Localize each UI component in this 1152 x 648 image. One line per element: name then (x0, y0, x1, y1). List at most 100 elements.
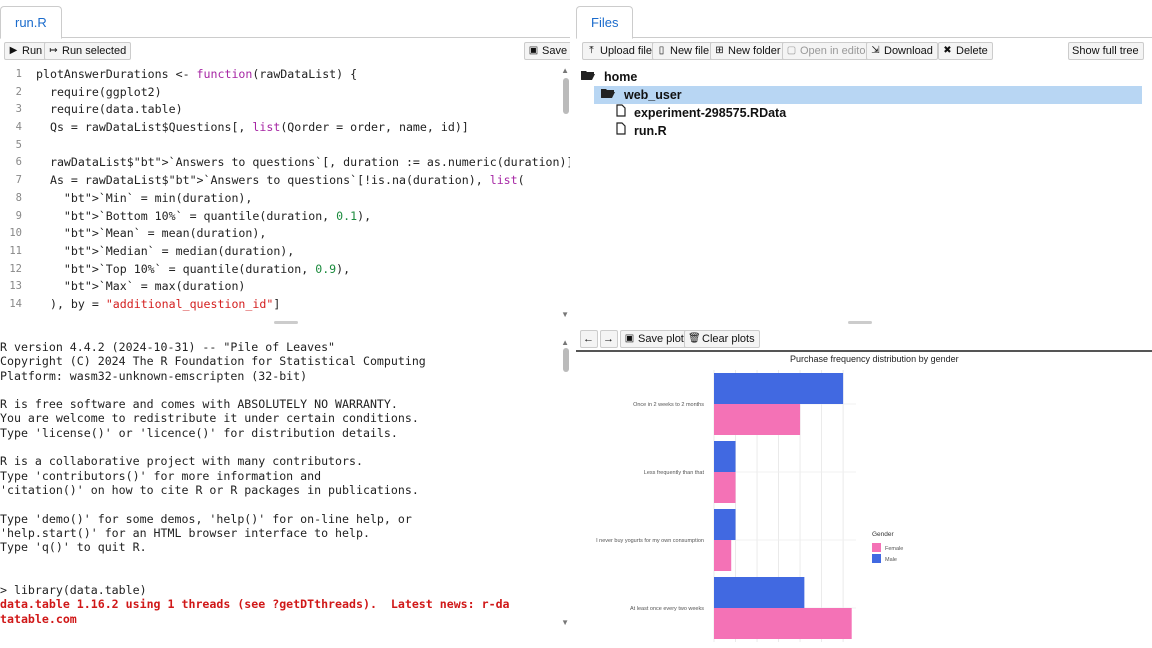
code-line[interactable]: 14 ), by = "additional_question_id"] (0, 296, 560, 314)
tab-files[interactable]: Files (576, 6, 634, 39)
run-label: Run (22, 45, 43, 57)
code-text: "bt">`Top 10%` = quantile(duration, 0.9)… (63, 261, 351, 276)
new-file-label: New file (670, 45, 710, 57)
clear-plots-button[interactable]: 🗑 Clear plots (684, 330, 760, 348)
plot-chart: Purchase frequency distribution by gende… (596, 354, 959, 642)
code-line[interactable]: 10 "bt">`Mean` = mean(duration), (0, 225, 560, 243)
tree-item-home[interactable]: home (580, 68, 637, 86)
clear-plots-label: Clear plots (702, 333, 755, 345)
open-in-editor-button[interactable]: ▢ Open in editor (782, 42, 875, 60)
line-number: 10 (9, 227, 22, 240)
console-output[interactable]: R version 4.4.2 (2024-10-31) -- "Pile of… (0, 340, 560, 626)
line-number: 9 (15, 209, 22, 222)
legend-swatch-female (872, 543, 881, 552)
editor-scrollbar[interactable] (563, 78, 569, 114)
tree-item-run-r-file[interactable]: run.R (616, 122, 667, 140)
file-icon (616, 122, 626, 140)
tree-item-web-user[interactable]: web_user (594, 86, 1142, 104)
tree-label-rdata: experiment-298575.RData (634, 106, 787, 120)
editor-splitter-handle[interactable] (274, 321, 298, 324)
code-line[interactable]: 11 "bt">`Median` = median(duration), (0, 243, 560, 261)
tree-item-rdata-file[interactable]: experiment-298575.RData (616, 104, 786, 122)
editor-pane: run.R ▶ Run ↦ Run selected ▣ Save 1 plotA… (0, 0, 570, 322)
upload-label: Upload file (600, 45, 652, 57)
line-number: 6 (15, 156, 22, 169)
code-line[interactable]: 1 plotAnswerDurations <- function(rawData… (0, 66, 560, 84)
bar-female (714, 472, 736, 503)
console-line: Type 'contributors()' for more informati… (0, 468, 322, 483)
bar-female (714, 404, 801, 435)
save-icon: ▣ (624, 333, 635, 344)
new-folder-button[interactable]: ⊞ New folder (710, 42, 786, 60)
code-line[interactable]: 3 require(data.table) (0, 101, 560, 119)
save-label: Save (542, 45, 568, 57)
code-line[interactable]: 4 Qs = rawDataList$Questions[, list(Qord… (0, 119, 560, 137)
code-text: ), by = "additional_question_id"] (36, 296, 281, 311)
files-tabbar: Files (576, 0, 1152, 39)
show-tree-label: Show full tree (1072, 45, 1139, 57)
show-full-tree-button[interactable]: Show full tree (1068, 42, 1144, 60)
console-line: Type 'demo()' for some demos, 'help()' f… (0, 511, 412, 526)
code-text: plotAnswerDurations <- function(rawDataL… (36, 67, 358, 81)
legend-label-male: Male (885, 557, 897, 563)
upload-file-button[interactable]: ⤒ Upload file (582, 42, 657, 60)
download-label: Download (884, 45, 933, 57)
code-text: As = rawDataList$"bt">`Answers to questi… (36, 173, 525, 188)
console-pane[interactable]: R version 4.4.2 (2024-10-31) -- "Pile of… (0, 326, 570, 648)
editor-tabbar: run.R (0, 0, 570, 39)
console-line: > library(data.table) (0, 583, 147, 598)
folder-open-icon (600, 86, 616, 104)
code-line[interactable]: 8 "bt">`Min` = min(duration), (0, 190, 560, 208)
console-error-line: data.table 1.16.2 using 1 threads (see ?… (0, 597, 510, 612)
tab-run-r[interactable]: run.R (0, 6, 62, 39)
files-splitter-handle[interactable] (848, 321, 872, 324)
console-scroll-down-arrow[interactable]: ▼ (561, 618, 569, 627)
tree-label-run-r: run.R (634, 124, 667, 138)
run-selected-button[interactable]: ↦ Run selected (44, 42, 132, 60)
scroll-up-arrow[interactable]: ▲ (561, 66, 569, 75)
new-file-button[interactable]: ▯ New file (652, 42, 715, 60)
code-text: "bt">`Median` = median(duration), (63, 243, 295, 258)
plots-toolbar: ← → ▣ Save plot 🗑 Clear plots (576, 326, 1152, 352)
delete-button[interactable]: ✖ Delete (938, 42, 993, 60)
code-line[interactable]: 9 "bt">`Bottom 10%` = quantile(duration,… (0, 208, 560, 226)
save-icon: ▣ (528, 45, 539, 56)
console-scroll-up-arrow[interactable]: ▲ (561, 338, 569, 347)
run-button[interactable]: ▶ Run (4, 42, 48, 60)
line-number: 2 (15, 85, 22, 98)
line-number: 4 (15, 121, 22, 134)
console-line: Copyright (C) 2024 The R Foundation for … (0, 354, 426, 369)
line-number: 12 (9, 262, 22, 275)
line-number: 11 (9, 244, 22, 257)
code-editor[interactable]: 1 plotAnswerDurations <- function(rawData… (0, 66, 570, 320)
plots-pane: ← → ▣ Save plot 🗑 Clear plots Purchase f… (576, 326, 1152, 648)
folder-open-icon (580, 68, 596, 86)
plot-forward-button[interactable]: → (600, 330, 618, 348)
code-line[interactable]: 12 "bt">`Top 10%` = quantile(duration, 0… (0, 261, 560, 279)
code-line[interactable]: 2 require(ggplot2) (0, 84, 560, 102)
save-button[interactable]: ▣ Save (524, 42, 570, 60)
console-line: 'citation()' on how to cite R or R packa… (0, 482, 419, 497)
legend-label-female: Female (885, 546, 903, 552)
console-line: Platform: wasm32-unknown-emscripten (32-… (0, 368, 308, 383)
plot-back-button[interactable]: ← (580, 330, 598, 348)
line-number: 8 (15, 191, 22, 204)
save-plot-button[interactable]: ▣ Save plot (620, 330, 689, 348)
arrow-right-icon: → (603, 333, 614, 345)
code-line[interactable]: 6 rawDataList$"bt">`Answers to questions… (0, 154, 570, 172)
code-text: "bt">`Max` = max(duration) (63, 279, 246, 294)
console-scrollbar[interactable] (563, 348, 569, 372)
code-line[interactable]: 13 "bt">`Max` = max(duration) (0, 278, 560, 296)
code-line[interactable]: 5 (0, 137, 560, 155)
run-selected-label: Run selected (62, 45, 127, 57)
download-button[interactable]: ⇲ Download (866, 42, 938, 60)
open-editor-label: Open in editor (800, 45, 870, 57)
run-selected-icon: ↦ (49, 45, 58, 56)
scroll-down-arrow[interactable]: ▼ (561, 310, 569, 319)
new-file-icon: ▯ (658, 45, 665, 56)
code-line[interactable]: 7 As = rawDataList$"bt">`Answers to ques… (0, 172, 560, 190)
tree-label-home: home (604, 70, 638, 84)
line-number: 7 (15, 174, 22, 187)
